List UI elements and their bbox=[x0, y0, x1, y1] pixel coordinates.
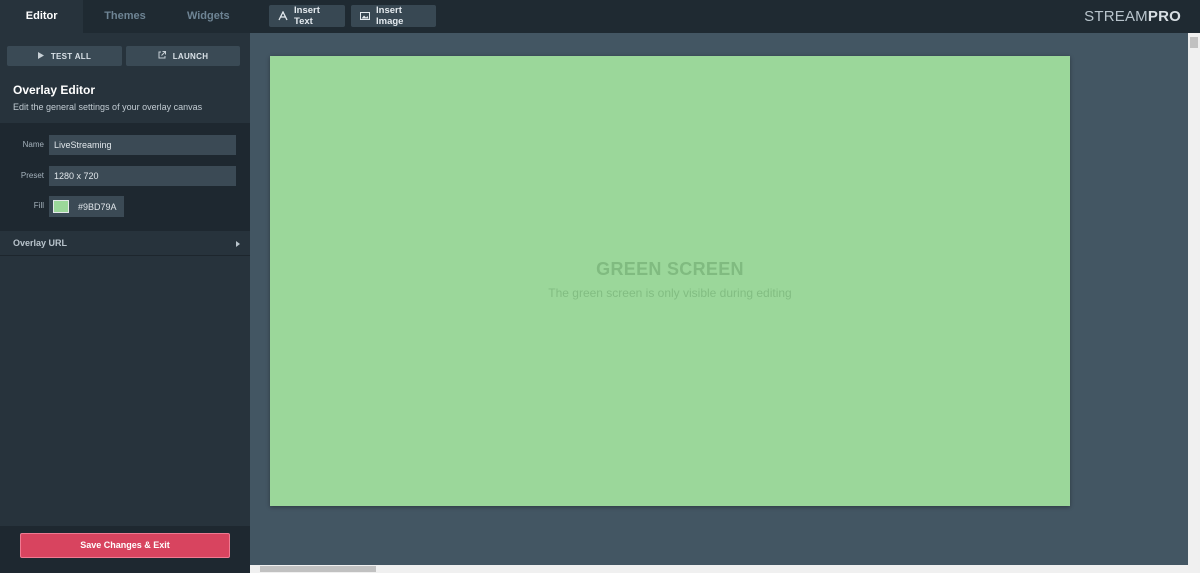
horizontal-scroll-thumb[interactable] bbox=[260, 566, 376, 572]
overlay-settings-form: Name Preset 1280 x 720 Fill #9BD79A bbox=[0, 123, 250, 231]
save-changes-button[interactable]: Save Changes & Exit bbox=[20, 533, 230, 558]
color-swatch bbox=[53, 200, 69, 213]
green-screen-title: GREEN SCREEN bbox=[596, 259, 744, 279]
launch-label: LAUNCH bbox=[172, 51, 209, 61]
test-all-button[interactable]: TEST ALL bbox=[7, 46, 122, 66]
play-icon bbox=[37, 51, 44, 61]
canvas-workspace: GREEN SCREEN The green screen is only vi… bbox=[250, 33, 1188, 565]
page-subtitle: Edit the general settings of your overla… bbox=[13, 102, 203, 112]
vertical-scrollbar[interactable] bbox=[1188, 33, 1200, 565]
preset-label: Preset bbox=[20, 171, 44, 180]
launch-button[interactable]: LAUNCH bbox=[126, 46, 240, 66]
brand-logo: STREAMPRO bbox=[1084, 8, 1181, 25]
text-icon bbox=[278, 11, 288, 21]
fill-hex-value: #9BD79A bbox=[78, 201, 117, 212]
external-link-icon bbox=[158, 51, 166, 61]
sidebar: TEST ALL LAUNCH Overlay Editor Edit the … bbox=[0, 33, 250, 573]
overlay-url-accordion[interactable]: Overlay URL bbox=[0, 231, 250, 256]
brand-light: STREAM bbox=[1084, 8, 1148, 25]
green-screen-subtitle: The green screen is only visible during … bbox=[548, 286, 792, 300]
fill-label: Fill bbox=[33, 201, 44, 210]
vertical-scroll-thumb[interactable] bbox=[1190, 37, 1198, 48]
preset-select[interactable]: 1280 x 720 bbox=[49, 166, 236, 186]
editor-tabs: Editor Themes Widgets bbox=[0, 0, 250, 33]
tab-widgets[interactable]: Widgets bbox=[167, 0, 250, 33]
overlay-canvas[interactable]: GREEN SCREEN The green screen is only vi… bbox=[270, 56, 1070, 506]
insert-text-label: Insert Text bbox=[294, 5, 320, 27]
page-title: Overlay Editor bbox=[13, 83, 96, 97]
horizontal-scrollbar[interactable] bbox=[250, 565, 1200, 573]
tab-themes[interactable]: Themes bbox=[83, 0, 166, 33]
fill-color-picker[interactable]: #9BD79A bbox=[49, 196, 124, 217]
insert-image-label: Insert Image bbox=[376, 5, 404, 27]
brand-bold: PRO bbox=[1147, 8, 1181, 25]
name-label: Name bbox=[22, 140, 44, 149]
insert-image-button[interactable]: Insert Image bbox=[351, 5, 436, 27]
insert-text-button[interactable]: Insert Text bbox=[269, 5, 345, 27]
sidebar-footer: Save Changes & Exit bbox=[0, 526, 250, 573]
top-bar: Editor Themes Widgets Insert Text Insert… bbox=[0, 0, 1200, 33]
name-input[interactable] bbox=[49, 135, 236, 155]
image-icon bbox=[360, 11, 370, 21]
sidebar-actions: TEST ALL LAUNCH bbox=[0, 33, 250, 79]
overlay-url-label: Overlay URL bbox=[13, 238, 68, 248]
chevron-right-icon bbox=[236, 234, 240, 252]
tab-editor[interactable]: Editor bbox=[0, 0, 84, 33]
sidebar-header: Overlay Editor Edit the general settings… bbox=[0, 79, 250, 123]
test-all-label: TEST ALL bbox=[50, 51, 92, 61]
